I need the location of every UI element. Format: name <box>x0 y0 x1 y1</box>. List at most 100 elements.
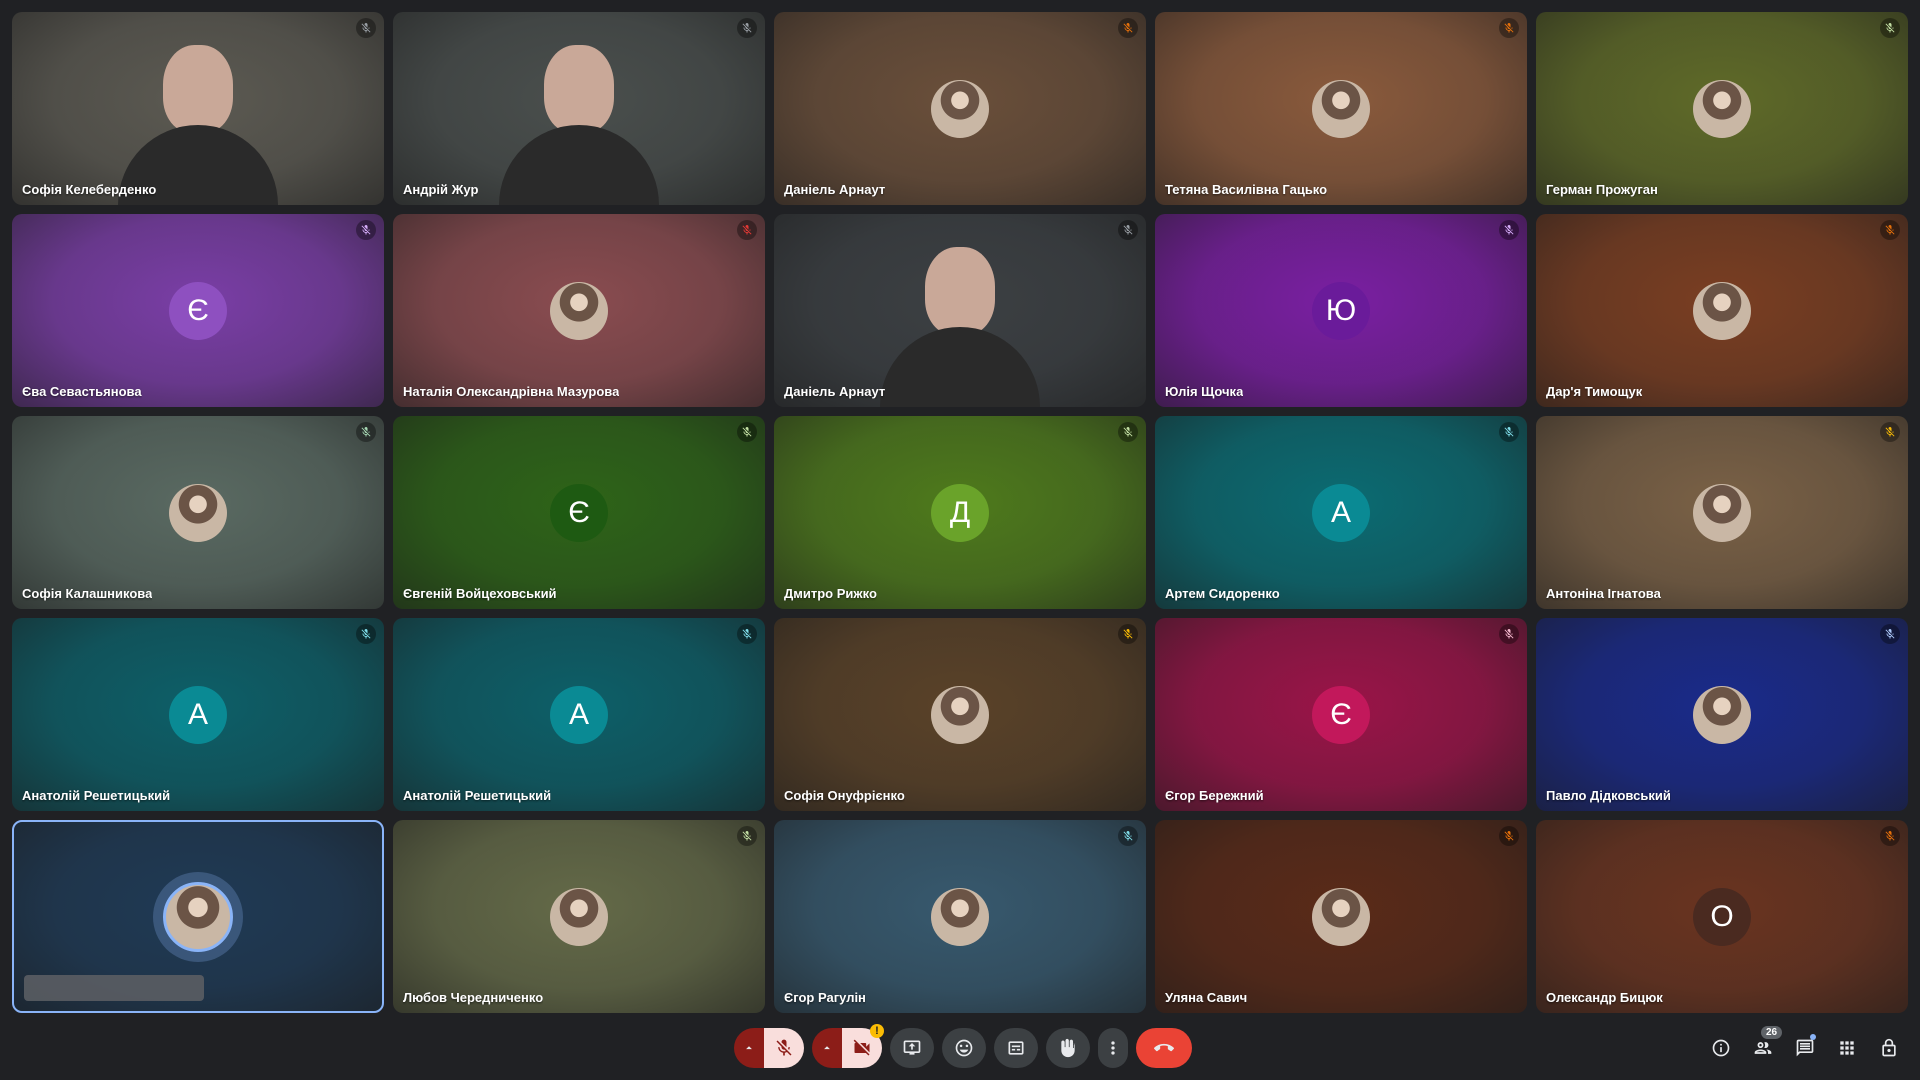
participant-name: Любов Чередниченко <box>403 990 544 1005</box>
participant-avatar: О <box>1693 887 1751 946</box>
participant-tile[interactable]: Софія Келеберденко <box>12 12 384 205</box>
captions-button[interactable] <box>994 1028 1038 1068</box>
captions-icon <box>1008 1041 1024 1055</box>
participant-tile[interactable]: Герман Прожуган <box>1536 12 1908 205</box>
participant-name: Олександр Бицюк <box>1546 990 1663 1005</box>
camera-off-icon <box>853 1039 870 1056</box>
camera-toggle-button[interactable]: ! <box>842 1024 884 1068</box>
muted-indicator <box>737 220 757 240</box>
participant-name: Артем Сидоренко <box>1165 586 1280 601</box>
redacted-name-bar <box>24 975 204 1001</box>
participant-avatar <box>1693 483 1751 542</box>
participant-avatar <box>931 79 989 138</box>
participant-tile[interactable]: Андрій Жур <box>393 12 765 205</box>
muted-indicator <box>1880 220 1900 240</box>
people-button[interactable]: 26 <box>1744 1026 1783 1068</box>
mic-toggle-button[interactable] <box>764 1028 804 1068</box>
participant-name: Антоніна Ігнатова <box>1546 586 1661 601</box>
participant-name: Анатолій Решетицький <box>22 788 171 803</box>
chat-icon <box>1796 1039 1814 1057</box>
host-controls-button[interactable] <box>1870 1028 1908 1068</box>
participant-name: Єва Севастьянова <box>22 384 142 399</box>
raise-hand-button[interactable] <box>1046 1028 1090 1068</box>
participant-name: Анатолій Решетицький <box>403 788 552 803</box>
participant-tile[interactable]: Антоніна Ігнатова <box>1536 416 1908 609</box>
mic-off-icon <box>361 427 371 437</box>
more-options-button[interactable] <box>1098 1028 1128 1068</box>
participant-name: Дмитро Рижко <box>784 586 877 601</box>
participant-tile[interactable]: Тетяна Василівна Гацько <box>1155 12 1527 205</box>
participant-name: Уляна Савич <box>1165 990 1248 1005</box>
participant-tile[interactable]: Є Єва Севастьянова <box>12 214 384 407</box>
mic-off-icon <box>1885 831 1895 841</box>
participant-tile[interactable]: Наталія Олександрівна Мазурова <box>393 214 765 407</box>
mic-off-icon <box>1504 23 1514 33</box>
muted-indicator <box>1880 826 1900 846</box>
mic-off-icon <box>742 23 752 33</box>
muted-indicator <box>1499 624 1519 644</box>
mic-off-icon <box>742 225 752 235</box>
mic-off-icon <box>361 629 371 639</box>
participant-name: Софія Келеберденко <box>22 182 157 197</box>
participant-tile[interactable]: Єгор Рагулін <box>774 820 1146 1013</box>
muted-indicator <box>1118 220 1138 240</box>
participant-tile[interactable]: Дар'я Тимощук <box>1536 214 1908 407</box>
mic-off-icon <box>1504 225 1514 235</box>
participant-avatar <box>1693 685 1751 744</box>
participant-name: Софія Калашникова <box>22 586 153 601</box>
camera-options-button[interactable] <box>812 1028 842 1068</box>
activities-button[interactable] <box>1828 1028 1866 1068</box>
participant-avatar <box>1312 79 1370 138</box>
participant-name: Наталія Олександрівна Мазурова <box>403 384 620 399</box>
participant-name: Єгор Бережний <box>1165 788 1264 803</box>
participant-tile[interactable]: Даніель Арнаут <box>774 214 1146 407</box>
mic-off-icon <box>1885 629 1895 639</box>
participant-tile[interactable]: А Анатолій Решетицький <box>393 618 765 811</box>
participant-avatar <box>931 685 989 744</box>
participant-tile[interactable]: А Анатолій Решетицький <box>12 618 384 811</box>
participant-tile[interactable]: Софія Калашникова <box>12 416 384 609</box>
participant-avatar: Ю <box>1312 281 1370 340</box>
meeting-info-button[interactable] <box>1702 1028 1740 1068</box>
participant-tile[interactable]: Д Дмитро Рижко <box>774 416 1146 609</box>
side-panel-controls: 26 <box>1702 1026 1908 1068</box>
participant-avatar <box>169 483 227 542</box>
mic-off-icon <box>742 831 752 841</box>
participant-avatar <box>1312 887 1370 946</box>
participant-tile[interactable]: Є Євгеній Войцеховський <box>393 416 765 609</box>
present-icon <box>903 1040 921 1055</box>
mic-off-icon <box>1123 831 1133 841</box>
mic-off-icon <box>1885 225 1895 235</box>
participant-tile[interactable]: Даніель Арнаут <box>774 12 1146 205</box>
participant-avatar: Є <box>169 281 227 340</box>
participant-tile[interactable]: Павло Дідковський <box>1536 618 1908 811</box>
participant-tile[interactable]: О Олександр Бицюк <box>1536 820 1908 1013</box>
muted-indicator <box>1499 18 1519 38</box>
muted-indicator <box>737 422 757 442</box>
participant-avatar: Є <box>550 483 608 542</box>
participant-tile[interactable]: Уляна Савич <box>1155 820 1527 1013</box>
call-controls: ! <box>734 1024 1192 1068</box>
chevron-up-icon <box>824 1046 830 1050</box>
participant-tile[interactable] <box>12 820 384 1013</box>
leave-call-button[interactable] <box>1136 1028 1192 1068</box>
mic-off-icon <box>1885 23 1895 33</box>
participant-tile[interactable]: Є Єгор Бережний <box>1155 618 1527 811</box>
chat-button[interactable] <box>1786 1028 1824 1068</box>
participant-tile[interactable]: Софія Онуфрієнко <box>774 618 1146 811</box>
more-icon <box>1111 1041 1115 1055</box>
mic-off-icon <box>361 225 371 235</box>
muted-indicator <box>1499 422 1519 442</box>
mic-options-button[interactable] <box>734 1028 764 1068</box>
participant-tile[interactable]: Ю Юлія Щочка <box>1155 214 1527 407</box>
mic-off-icon <box>742 427 752 437</box>
participants-count-badge: 26 <box>1761 1026 1783 1039</box>
participant-name: Даніель Арнаут <box>784 182 886 197</box>
participant-name: Тетяна Василівна Гацько <box>1165 182 1328 197</box>
participant-avatar <box>1693 281 1751 340</box>
participant-tile[interactable]: Любов Чередниченко <box>393 820 765 1013</box>
participant-tile[interactable]: А Артем Сидоренко <box>1155 416 1527 609</box>
reactions-button[interactable] <box>942 1028 986 1068</box>
present-button[interactable] <box>890 1028 934 1068</box>
muted-indicator <box>1499 220 1519 240</box>
